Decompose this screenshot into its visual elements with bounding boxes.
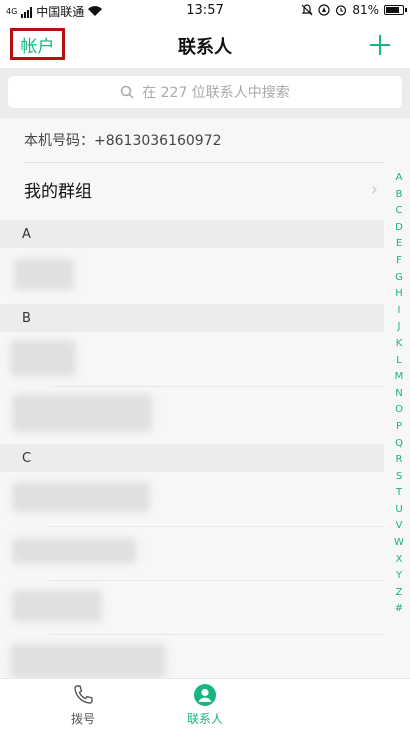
blurred-contact	[10, 644, 166, 678]
index-letter[interactable]: N	[395, 386, 402, 403]
index-letter[interactable]: S	[396, 469, 402, 486]
own-number: 本机号码：+8613036160972	[24, 133, 222, 149]
index-letter[interactable]: F	[396, 253, 402, 270]
phone-icon	[74, 685, 93, 704]
my-groups-row[interactable]: 我的群组 ›	[24, 166, 384, 212]
section-header-a: A	[0, 220, 384, 248]
search-input[interactable]: 在 227 位联系人中搜索	[8, 76, 402, 108]
blurred-contact	[14, 258, 74, 290]
mute-icon	[301, 4, 313, 16]
index-letter[interactable]: V	[396, 518, 403, 535]
battery-percent: 81%	[352, 3, 379, 17]
index-letter[interactable]: G	[395, 270, 403, 287]
alarm-icon	[336, 5, 347, 16]
contact-row[interactable]	[0, 472, 384, 526]
app-header: 帐户 联系人	[0, 22, 410, 68]
tab-contacts-label: 联系人	[186, 712, 223, 726]
status-bar: 4G 中国联通 13:57 81%	[0, 0, 410, 22]
index-letter[interactable]: I	[398, 303, 401, 320]
blurred-contact	[10, 340, 76, 376]
contact-person-icon	[194, 684, 216, 706]
tab-dial[interactable]: 拨号	[38, 683, 128, 727]
index-letter[interactable]: D	[395, 220, 403, 237]
battery-icon	[384, 5, 407, 15]
contact-row[interactable]	[0, 332, 384, 386]
contact-row[interactable]	[0, 526, 384, 580]
search-icon	[120, 85, 134, 99]
index-letter[interactable]: T	[396, 485, 402, 502]
page-title: 联系人	[178, 37, 232, 58]
index-letter[interactable]: L	[396, 353, 402, 370]
index-letter[interactable]: C	[396, 203, 403, 220]
contacts-list: 本机号码：+8613036160972 我的群组 › A B C	[0, 118, 410, 678]
my-groups-label: 我的群组	[24, 181, 92, 202]
bottom-nav: 拨号 联系人	[0, 678, 410, 730]
index-letter[interactable]: K	[396, 336, 403, 353]
index-letter[interactable]: Z	[396, 585, 403, 602]
section-header-c: C	[0, 444, 384, 472]
index-letter[interactable]: P	[396, 419, 402, 436]
alphabet-index[interactable]: A B C D E F G H I J K L M N O P Q R S T …	[392, 170, 406, 618]
blurred-contact	[12, 590, 102, 622]
section-header-b: B	[0, 304, 384, 332]
index-letter[interactable]: B	[396, 187, 403, 204]
index-letter[interactable]: Q	[395, 436, 403, 453]
index-letter[interactable]: Y	[396, 568, 402, 585]
divider	[24, 162, 384, 163]
contact-row[interactable]	[0, 248, 384, 302]
chevron-right-icon: ›	[370, 178, 378, 200]
tab-contacts[interactable]: 联系人	[160, 683, 250, 727]
index-letter[interactable]: A	[396, 170, 403, 187]
index-letter[interactable]: O	[395, 402, 403, 419]
index-letter[interactable]: E	[396, 236, 402, 253]
blurred-contact	[12, 538, 136, 564]
index-letter[interactable]: #	[395, 601, 403, 618]
index-letter[interactable]: H	[395, 286, 403, 303]
search-placeholder: 在 227 位联系人中搜索	[142, 85, 290, 101]
index-letter[interactable]: X	[396, 552, 403, 569]
index-letter[interactable]: M	[395, 369, 404, 386]
tab-dial-label: 拨号	[70, 712, 95, 726]
contact-row[interactable]	[0, 580, 384, 634]
location-icon	[318, 4, 330, 16]
status-right: 81%	[301, 3, 407, 17]
search-container: 在 227 位联系人中搜索	[0, 68, 410, 118]
index-letter[interactable]: U	[395, 502, 402, 519]
index-letter[interactable]: J	[398, 319, 401, 336]
blurred-contact	[12, 482, 150, 512]
index-letter[interactable]: W	[394, 535, 404, 552]
blurred-contact	[12, 394, 152, 432]
plus-icon[interactable]	[368, 33, 392, 57]
contact-row[interactable]	[0, 386, 384, 440]
index-letter[interactable]: R	[396, 452, 403, 469]
